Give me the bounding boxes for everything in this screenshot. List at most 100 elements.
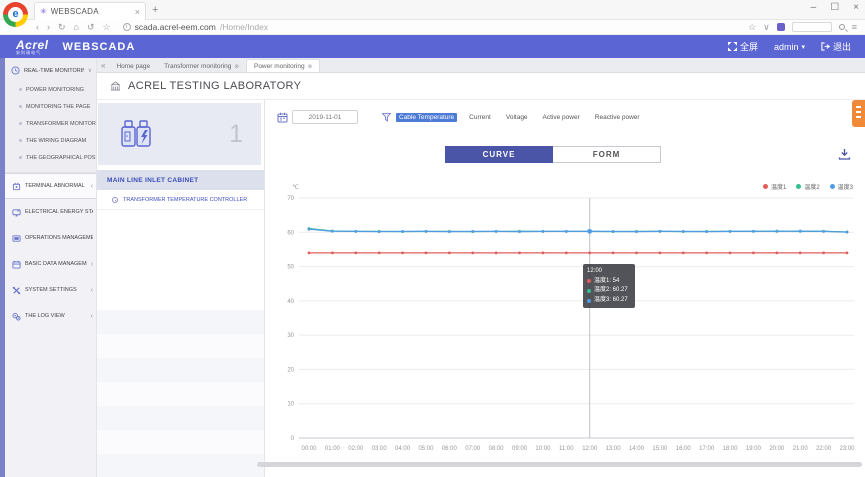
svg-text:0: 0 bbox=[291, 436, 295, 442]
forward-icon[interactable]: › bbox=[47, 22, 50, 32]
sidebar-item-operations-management[interactable]: OPERATIONS MANAGEMENT bbox=[5, 225, 96, 251]
line-chart[interactable]: 温度1 温度2 温度3 010203040506070℃00:0001:0002:0… bbox=[265, 178, 865, 455]
toolbar-caret-icon[interactable]: ∨ bbox=[763, 22, 770, 33]
svg-text:02:00: 02:00 bbox=[348, 446, 364, 452]
url-host: scada.acrel-eem.com bbox=[135, 22, 216, 32]
app-header: Acrel 安科瑞电气 WEBSCADA 全屏 admin ▾ 退出 bbox=[0, 35, 865, 58]
filter-cable-temperature[interactable]: Cable Temperature bbox=[396, 113, 457, 122]
page-title: ACREL TESTING LABORATORY bbox=[128, 80, 301, 92]
acrel-logo: Acrel 安科瑞电气 bbox=[16, 39, 49, 55]
logo-text: Acrel bbox=[16, 39, 49, 51]
filter-voltage[interactable]: Voltage bbox=[503, 113, 531, 122]
calendar-icon[interactable] bbox=[277, 112, 288, 123]
tab-close-icon[interactable]: × bbox=[135, 7, 140, 17]
site-info-icon[interactable]: i bbox=[123, 23, 131, 31]
fullscreen-button[interactable]: 全屏 bbox=[728, 40, 758, 53]
chevron-down-icon: ∨ bbox=[88, 67, 92, 74]
history-icon[interactable]: ↺ bbox=[87, 22, 95, 33]
chart-tooltip: 12:00 温度1: 54温度2: 60.27温度3: 60.27 bbox=[583, 264, 635, 308]
chart-panel: Cable Temperature Current Voltage Active… bbox=[265, 100, 865, 477]
filter-current[interactable]: Current bbox=[466, 113, 494, 122]
tab-transformer-monitoring[interactable]: Transformer monitoring ⊗ bbox=[157, 60, 246, 72]
sidebar-item-system-settings[interactable]: SYSTEM SETTINGS ‹ bbox=[5, 277, 96, 303]
search-icon[interactable] bbox=[839, 24, 845, 30]
svg-text:23:00: 23:00 bbox=[839, 446, 855, 452]
curve-button[interactable]: CURVE bbox=[445, 146, 553, 163]
bullet-icon bbox=[19, 122, 22, 125]
close-icon[interactable]: ⊗ bbox=[308, 64, 313, 70]
user-menu[interactable]: admin ▾ bbox=[774, 42, 805, 52]
toolbar-search-input[interactable] bbox=[792, 22, 832, 32]
operations-management-icon bbox=[12, 234, 21, 243]
view-toggle: CURVE FORM bbox=[445, 146, 661, 163]
sidebar-item-transformer-monitoring[interactable]: TRANSFORMER MONITORING bbox=[5, 115, 96, 132]
svg-text:12:00: 12:00 bbox=[582, 446, 598, 452]
form-button[interactable]: FORM bbox=[553, 146, 661, 163]
chart-legend: 温度1 温度2 温度3 bbox=[763, 182, 853, 191]
download-button[interactable] bbox=[838, 148, 851, 160]
window-minimize-button[interactable]: – bbox=[811, 2, 817, 13]
sidebar-item-realtime-monitoring[interactable]: REAL-TIME MONITORING ∨ bbox=[5, 66, 96, 81]
bullet-icon bbox=[19, 156, 22, 159]
bookmark-star-icon[interactable]: ☆ bbox=[103, 22, 111, 33]
svg-text:18:00: 18:00 bbox=[723, 446, 739, 452]
main-content: « Home page Transformer monitoring ⊗ Pow… bbox=[97, 58, 865, 477]
device-list-item[interactable]: TRANSFORMER TEMPERATURE CONTROLLER bbox=[97, 190, 264, 210]
svg-text:60: 60 bbox=[287, 230, 294, 236]
filter-active-power[interactable]: Active power bbox=[540, 113, 583, 122]
sidebar-item-the-log-view[interactable]: THE LOG VIEW ‹ bbox=[5, 303, 96, 329]
svg-text:20: 20 bbox=[287, 367, 294, 373]
toolbar-star-icon[interactable]: ☆ bbox=[748, 22, 756, 33]
url-bar[interactable]: i scada.acrel-eem.com/Home/Index bbox=[123, 22, 268, 32]
tab-power-monitoring[interactable]: Power monitoring ⊗ bbox=[246, 59, 320, 72]
logout-button[interactable]: 退出 bbox=[821, 40, 851, 53]
building-icon bbox=[110, 81, 121, 91]
chart-canvas[interactable]: 010203040506070℃00:0001:0002:0003:0004:0… bbox=[265, 178, 865, 455]
sidebar-item-geographical-position[interactable]: THE GEOGRAPHICAL POSITION bbox=[5, 149, 96, 166]
device-list-empty-rows bbox=[97, 310, 264, 477]
svg-text:06:00: 06:00 bbox=[442, 446, 458, 452]
window-maximize-button[interactable]: ☐ bbox=[830, 2, 839, 13]
reload-icon[interactable]: ↻ bbox=[58, 22, 66, 33]
tooltip-dot-icon bbox=[587, 289, 591, 293]
sidebar-item-monitoring-the-page[interactable]: MONITORING THE PAGE bbox=[5, 98, 96, 115]
new-tab-button[interactable]: + bbox=[152, 4, 158, 16]
svg-text:22:00: 22:00 bbox=[816, 446, 832, 452]
extension-icon[interactable] bbox=[777, 23, 785, 31]
sidebar-item-electrical-energy-statistics[interactable]: ELECTRICAL ENERGY STATISTICS bbox=[5, 199, 96, 225]
browser-toolbar: ‹ › ↻ ⌂ ↺ ☆ i scada.acrel-eem.com/Home/I… bbox=[0, 20, 865, 35]
tab-home-page[interactable]: Home page bbox=[109, 60, 157, 72]
svg-text:14:00: 14:00 bbox=[629, 446, 645, 452]
svg-text:11:00: 11:00 bbox=[559, 446, 574, 452]
energy-statistics-icon bbox=[12, 208, 21, 217]
browser-tab[interactable]: ✳ WEBSCADA × bbox=[34, 2, 146, 20]
date-input[interactable] bbox=[292, 110, 358, 124]
legend-item[interactable]: 温度2 bbox=[796, 182, 819, 191]
legend-item[interactable]: 温度3 bbox=[830, 182, 853, 191]
tooltip-row: 温度1: 54 bbox=[587, 277, 631, 287]
sidebar-item-terminal-abnormal[interactable]: TERMINAL ABNORMAL ‹ bbox=[5, 173, 96, 199]
close-icon[interactable]: ⊗ bbox=[234, 64, 239, 70]
collapse-sidebar-icon[interactable]: « bbox=[101, 61, 105, 70]
system-settings-icon bbox=[12, 286, 21, 295]
export-side-tab[interactable] bbox=[852, 100, 865, 127]
svg-text:13:00: 13:00 bbox=[606, 446, 622, 452]
sidebar-item-basic-data-management[interactable]: BASIC DATA MANAGEMENT ‹ bbox=[5, 251, 96, 277]
home-icon[interactable]: ⌂ bbox=[74, 22, 79, 32]
log-view-icon bbox=[12, 312, 21, 321]
horizontal-scrollbar[interactable] bbox=[257, 462, 862, 467]
tooltip-row: 温度2: 60.27 bbox=[587, 286, 631, 296]
tooltip-time: 12:00 bbox=[587, 267, 631, 277]
svg-text:00:00: 00:00 bbox=[301, 446, 317, 452]
back-icon[interactable]: ‹ bbox=[36, 22, 39, 32]
browser-logo-icon bbox=[3, 2, 28, 27]
sidebar-item-power-monitoring[interactable]: POWER MONITORING bbox=[5, 81, 96, 98]
sidebar-item-wiring-diagram[interactable]: THE WIRING DIAGRAM bbox=[5, 132, 96, 149]
svg-text:05:00: 05:00 bbox=[418, 446, 434, 452]
filter-reactive-power[interactable]: Reactive power bbox=[592, 113, 643, 122]
fullscreen-icon bbox=[728, 42, 737, 51]
window-close-button[interactable]: × bbox=[853, 2, 859, 13]
legend-item[interactable]: 温度1 bbox=[763, 182, 786, 191]
menu-icon[interactable]: ≡ bbox=[852, 22, 857, 32]
sidebar-group-realtime: REAL-TIME MONITORING ∨ POWER MONITORING … bbox=[5, 58, 96, 173]
